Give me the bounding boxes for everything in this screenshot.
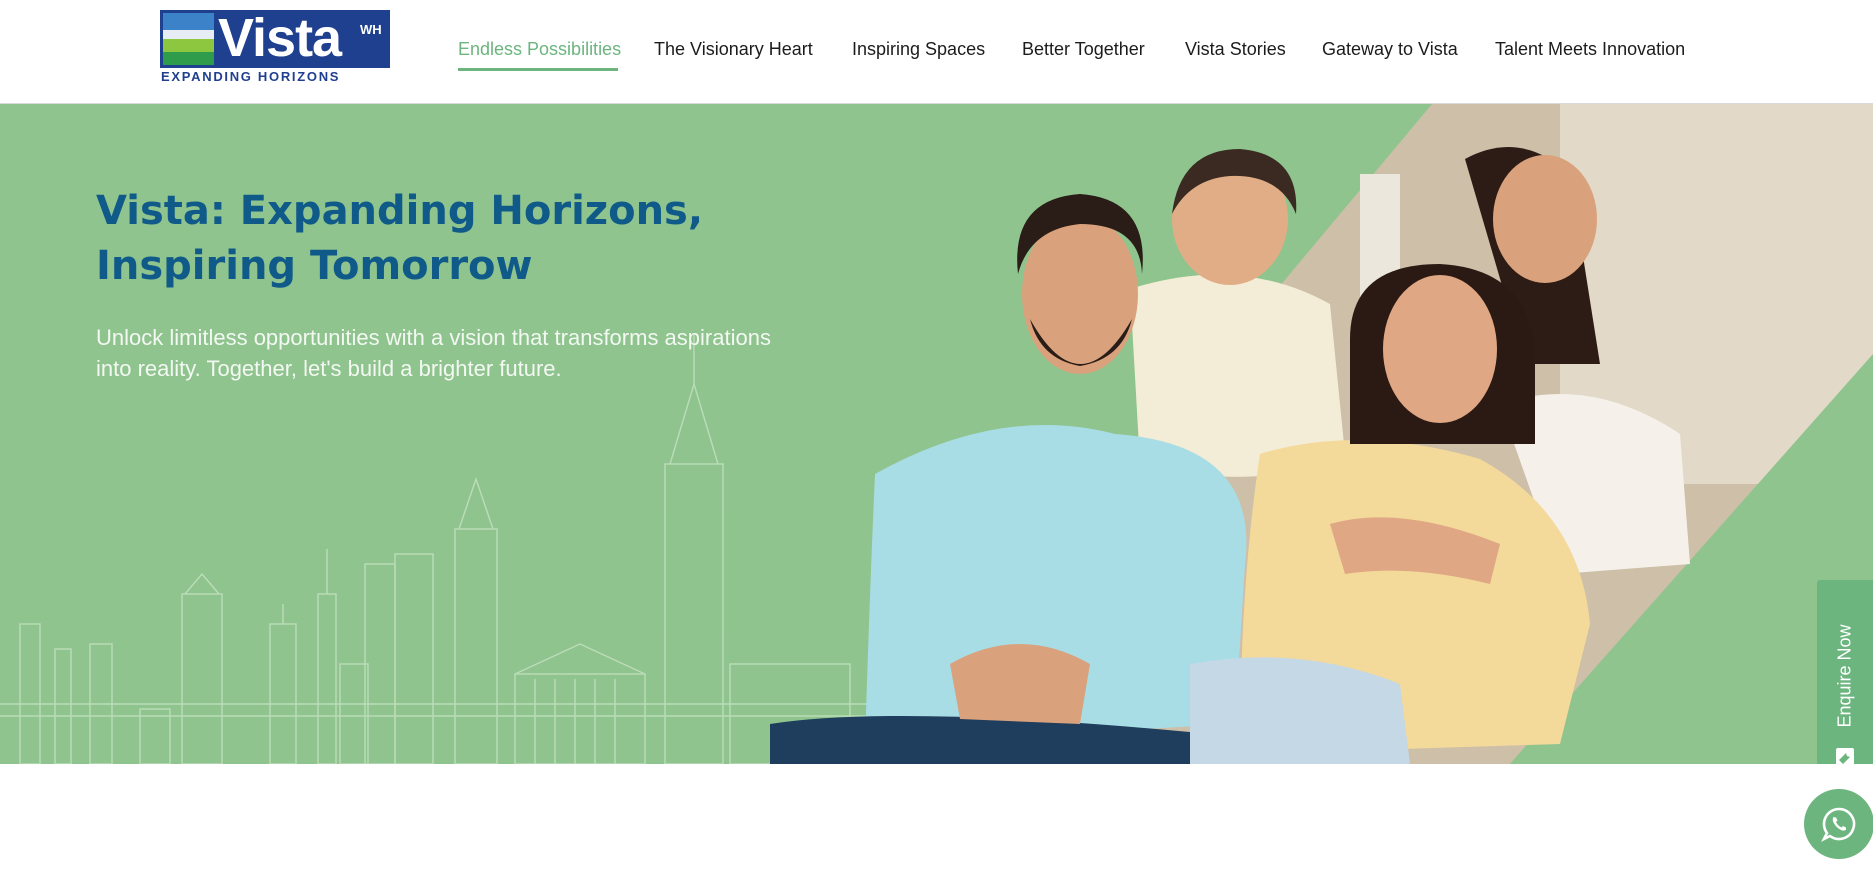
nav-item-gateway-to-vista[interactable]: Gateway to Vista	[1322, 36, 1458, 62]
enquire-now-label: Enquire Now	[1834, 624, 1855, 728]
hero-subtitle: Unlock limitless opportunities with a vi…	[96, 325, 771, 381]
vista-logo[interactable]: Vista WH EXPANDING HORIZONS	[160, 10, 390, 84]
logo-tagline: EXPANDING HORIZONS	[161, 69, 341, 84]
hero-title: Vista: Expanding Horizons, Inspiring Tom…	[96, 188, 704, 289]
nav-item-endless-possibilities[interactable]: Endless Possibilities	[458, 36, 621, 62]
nav-item-talent-meets-innovation[interactable]: Talent Meets Innovation	[1495, 36, 1685, 62]
enquire-now-button[interactable]: Enquire Now	[1817, 580, 1873, 764]
nav-item-better-together[interactable]: Better Together	[1022, 36, 1145, 62]
hero-banner: Vista: Expanding Horizons, Inspiring Tom…	[0, 104, 1873, 764]
logo-superscript: WH	[360, 22, 382, 37]
family-photo	[770, 147, 1690, 764]
nav-active-underline	[458, 68, 618, 71]
nav-item-visionary-heart[interactable]: The Visionary Heart	[654, 36, 813, 62]
nav-item-inspiring-spaces[interactable]: Inspiring Spaces	[852, 36, 985, 62]
landscape-icon	[163, 13, 214, 65]
nav-item-vista-stories[interactable]: Vista Stories	[1185, 36, 1286, 62]
logo-badge: Vista WH	[160, 10, 390, 68]
logo-wordmark: Vista	[218, 10, 342, 68]
skyline-illustration	[0, 334, 870, 764]
whatsapp-icon	[1821, 807, 1856, 842]
site-header: Vista WH EXPANDING HORIZONS Endless Poss…	[0, 0, 1873, 104]
whatsapp-button[interactable]	[1804, 789, 1873, 859]
mail-icon	[1836, 748, 1854, 764]
